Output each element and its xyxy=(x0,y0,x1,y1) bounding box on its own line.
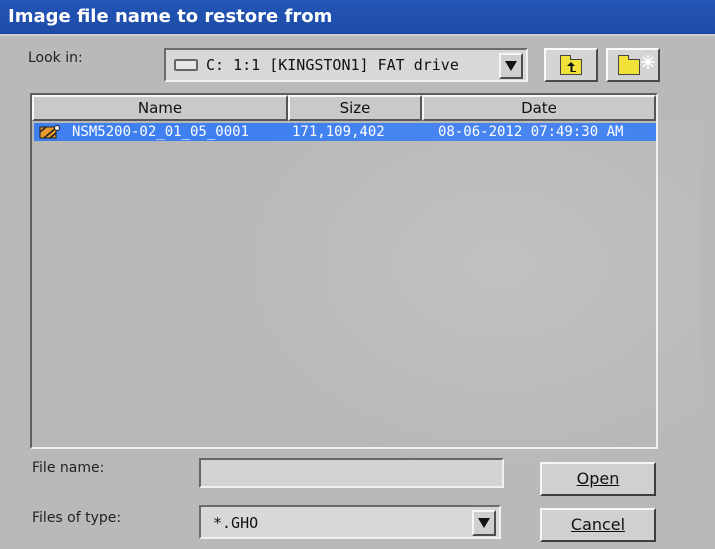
files-of-type-label: Files of type: xyxy=(32,510,122,526)
folder-up-icon xyxy=(560,55,582,75)
look-in-value: C: 1:1 [KINGSTON1] FAT drive xyxy=(206,56,459,74)
file-date-cell: 08-06-2012 07:49:30 AM xyxy=(438,124,624,140)
ghost-image-file-icon xyxy=(39,125,60,139)
files-of-type-dropdown[interactable]: *.GHO xyxy=(199,505,501,539)
file-size-cell: 171,109,402 xyxy=(292,124,385,140)
files-of-type-value: *.GHO xyxy=(213,514,259,532)
files-of-type-dropdown-button[interactable] xyxy=(472,510,496,536)
file-name-label: File name: xyxy=(32,460,105,476)
file-name-cell: NSM5200-02_01_05_0001 xyxy=(72,124,250,140)
open-button[interactable]: Open xyxy=(540,462,656,496)
title-bar: Image file name to restore from xyxy=(0,0,715,36)
look-in-label: Look in: xyxy=(28,50,83,66)
look-in-dropdown[interactable]: C: 1:1 [KINGSTON1] FAT drive xyxy=(164,48,528,82)
look-in-dropdown-button[interactable] xyxy=(499,53,523,79)
window-title: Image file name to restore from xyxy=(8,6,333,27)
chevron-down-icon xyxy=(505,61,517,71)
up-folder-button[interactable] xyxy=(544,48,598,82)
column-header-size[interactable]: Size xyxy=(288,95,422,121)
table-row[interactable]: NSM5200-02_01_05_0001 171,109,402 08-06-… xyxy=(34,123,656,141)
file-name-input[interactable] xyxy=(199,458,504,488)
sparkle-icon xyxy=(641,55,655,69)
drive-icon xyxy=(174,59,198,71)
cancel-button[interactable]: Cancel xyxy=(540,508,656,542)
file-list[interactable]: Name Size Date NSM5200-02_01_05_0001 171… xyxy=(30,93,658,449)
new-folder-icon xyxy=(618,55,640,75)
column-header-name[interactable]: Name xyxy=(32,95,288,121)
column-header-date[interactable]: Date xyxy=(422,95,656,121)
new-folder-button[interactable] xyxy=(606,48,660,82)
chevron-down-icon xyxy=(478,518,490,528)
